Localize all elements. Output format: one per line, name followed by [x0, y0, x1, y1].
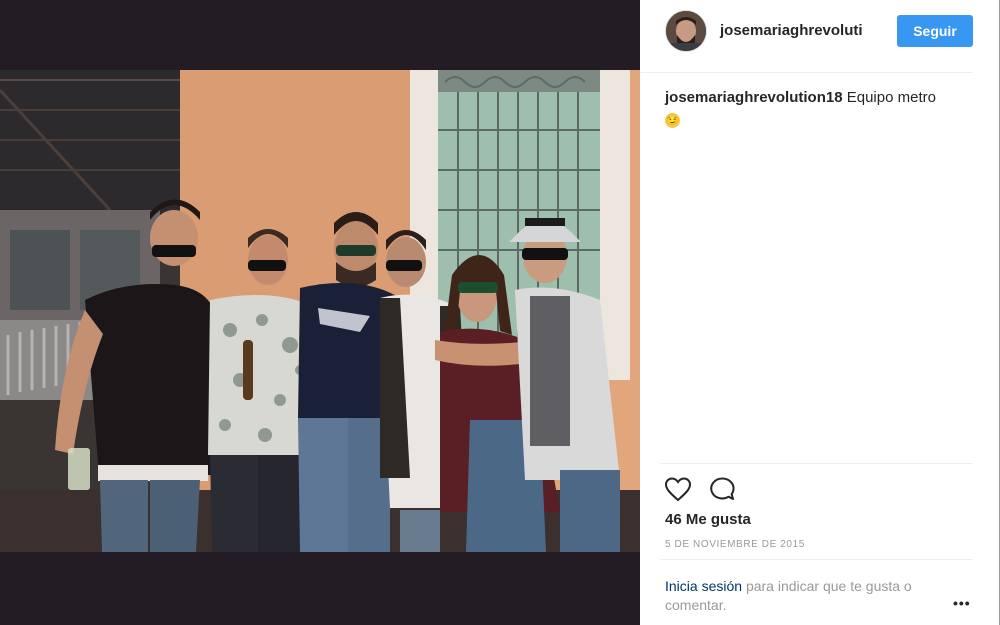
media-pane — [0, 0, 640, 625]
avatar-image — [666, 11, 706, 51]
divider — [660, 559, 973, 560]
heart-icon — [664, 477, 692, 502]
follow-button[interactable]: Seguir — [897, 15, 973, 47]
smirk-emoji-icon: 😏 — [665, 113, 680, 128]
post-date[interactable]: 5 de noviembre de 2015 — [665, 539, 805, 550]
caption-username[interactable]: josemariaghrevolution18 — [665, 89, 843, 106]
post-photo[interactable] — [0, 70, 640, 552]
post-header: josemariaghrevoluti Seguir — [640, 0, 973, 73]
avatar[interactable] — [665, 10, 707, 52]
post-details-pane: josemariaghrevoluti Seguir josemariaghre… — [640, 0, 1000, 625]
post-caption: josemariaghrevolution18 Equipo metro 😏 — [665, 88, 970, 128]
group-photo-illustration — [0, 70, 640, 552]
caption-text: Equipo metro — [846, 89, 936, 106]
like-button[interactable] — [664, 476, 692, 502]
post-username[interactable]: josemariaghrevoluti — [720, 22, 863, 39]
login-prompt: Inicia sesión para indicar que te gusta … — [665, 577, 955, 615]
comment-button[interactable] — [708, 476, 736, 502]
login-link[interactable]: Inicia sesión — [665, 578, 742, 594]
comment-icon — [710, 477, 735, 500]
likes-count[interactable]: 46 Me gusta — [665, 511, 751, 528]
more-options-icon[interactable]: ••• — [953, 595, 971, 611]
divider — [660, 463, 973, 464]
